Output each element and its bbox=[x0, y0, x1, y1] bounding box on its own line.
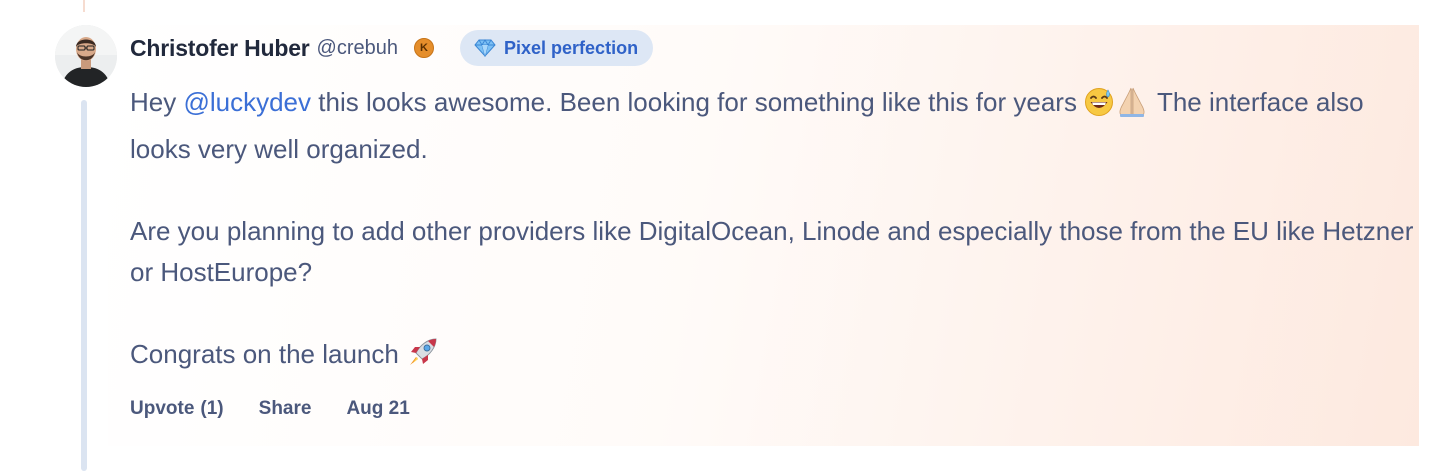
rocket-emoji bbox=[406, 335, 440, 381]
avatar[interactable] bbox=[55, 25, 117, 87]
grinning-sweat-emoji bbox=[1084, 87, 1114, 129]
share-button[interactable]: Share bbox=[259, 398, 312, 420]
comment-paragraph-2: Are you planning to add other providers … bbox=[130, 216, 1414, 287]
upvote-count: (1) bbox=[200, 398, 224, 419]
comment-actions: Upvote (1) Share Aug 21 bbox=[130, 398, 445, 420]
badge-label: Pixel perfection bbox=[504, 37, 639, 58]
congrats-text: Congrats on the launch bbox=[130, 339, 407, 369]
comment-body: Hey @luckydev this looks awesome. Been l… bbox=[130, 82, 1415, 381]
diamond-icon bbox=[474, 39, 496, 57]
comment-paragraph-3: Congrats on the launch bbox=[130, 334, 1415, 381]
comment-date[interactable]: Aug 21 bbox=[346, 398, 409, 420]
author-handle[interactable]: @crebuh bbox=[317, 37, 398, 60]
upvote-button[interactable]: Upvote (1) bbox=[130, 398, 224, 420]
folded-hands-emoji bbox=[1114, 85, 1150, 129]
thread-line[interactable] bbox=[81, 100, 87, 471]
karma-badge: K bbox=[414, 38, 435, 58]
comment-paragraph-1: Hey @luckydev this looks awesome. Been l… bbox=[130, 82, 1415, 170]
comment-thread: Christofer Huber @crebuh K Pixel perfect… bbox=[0, 0, 1456, 471]
thread-connector bbox=[83, 0, 85, 12]
body-text: this looks awesome. Been looking for som… bbox=[311, 87, 1077, 117]
author-name[interactable]: Christofer Huber bbox=[130, 35, 310, 62]
pixel-perfection-badge[interactable]: Pixel perfection bbox=[460, 30, 654, 66]
mention-link[interactable]: @luckydev bbox=[183, 87, 311, 117]
comment-header: Christofer Huber @crebuh K Pixel perfect… bbox=[130, 30, 654, 66]
upvote-label: Upvote bbox=[130, 398, 195, 419]
greeting-text: Hey bbox=[130, 87, 184, 117]
